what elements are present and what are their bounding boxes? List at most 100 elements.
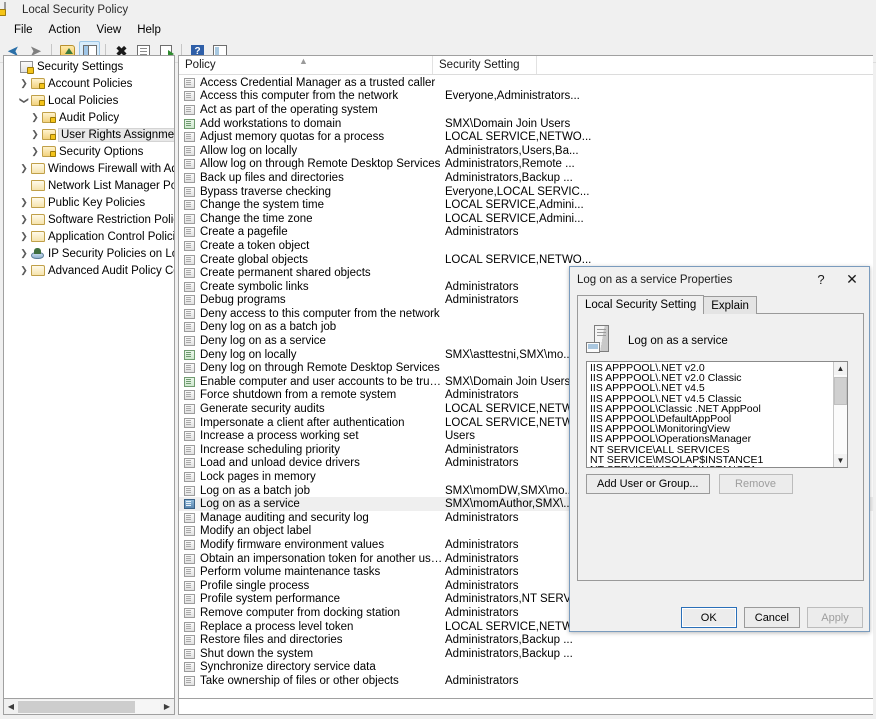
tree-item-local-policies[interactable]: ❯ Local Policies — [4, 92, 174, 109]
chevron-right-icon[interactable]: ❯ — [17, 266, 31, 275]
chevron-right-icon[interactable]: ❯ — [17, 215, 31, 224]
policy-row[interactable]: Change the system time LOCAL SERVICE,Admi… — [179, 198, 873, 212]
policy-name-cell: Debug programs — [200, 294, 286, 307]
policy-row[interactable]: Create global objects LOCAL SERVICE,NETWO… — [179, 253, 873, 267]
locked-folder-icon — [31, 78, 48, 89]
chevron-right-icon[interactable]: ❯ — [17, 79, 31, 88]
listbox-action-buttons: Add User or Group... Remove — [586, 474, 793, 494]
tree-item-audit-policy[interactable]: ❯ Audit Policy — [4, 109, 174, 126]
tree-item-advanced-audit-policy-configuration[interactable]: ❯ Advanced Audit Policy Configuration — [4, 262, 174, 279]
policy-row[interactable]: Create a pagefile Administrators — [179, 226, 873, 240]
tab-local-security-setting[interactable]: Local Security Setting — [577, 295, 705, 314]
chevron-right-icon[interactable]: ❯ — [17, 164, 31, 173]
tree-horizontal-scrollbar[interactable]: ◀ ▶ — [3, 699, 175, 715]
tree-item-label: Windows Firewall with Advanced Secu — [48, 162, 174, 175]
policy-row[interactable]: Adjust memory quotas for a process LOCAL … — [179, 130, 873, 144]
tree-item-user-rights-assignment[interactable]: ❯ User Rights Assignment — [4, 126, 174, 143]
tree-item-application-control-policies[interactable]: ❯ Application Control Policies — [4, 228, 174, 245]
policy-row[interactable]: Act as part of the operating system — [179, 103, 873, 117]
chevron-right-icon[interactable]: ❯ — [28, 113, 42, 122]
policy-row[interactable]: Access this computer from the network Eve… — [179, 90, 873, 104]
tree-item-ip-security-policies-on-local-compute[interactable]: ❯ IP Security Policies on Local Compute — [4, 245, 174, 262]
policy-row[interactable]: Synchronize directory service data — [179, 661, 873, 675]
policy-row[interactable]: Create a token object — [179, 239, 873, 253]
policy-row[interactable]: Restore files and directories Administrat… — [179, 633, 873, 647]
scroll-track[interactable] — [18, 699, 160, 714]
locked-folder-icon — [42, 146, 59, 157]
listbox-scroll-thumb[interactable] — [834, 377, 847, 405]
policy-row[interactable]: Access Credential Manager as a trusted c… — [179, 76, 873, 90]
policy-icon — [179, 240, 200, 251]
chevron-right-icon[interactable]: ❯ — [28, 130, 42, 139]
policy-row[interactable]: Add workstations to domain SMX\Domain Joi… — [179, 117, 873, 131]
account-list-item[interactable]: NT SERVICE\MSSQL$INSTANCE1 — [590, 465, 833, 467]
chevron-right-icon[interactable]: ❯ — [17, 232, 31, 241]
tree-item-software-restriction-policies[interactable]: ❯ Software Restriction Policies — [4, 211, 174, 228]
policy-row[interactable]: Allow log on locally Administrators,Users… — [179, 144, 873, 158]
ip-security-icon — [31, 247, 48, 260]
tree-item-account-policies[interactable]: ❯ Account Policies — [4, 75, 174, 92]
security-setting-cell: Administrators,Backup ... — [445, 171, 573, 184]
ok-button[interactable]: OK — [680, 607, 737, 628]
tree-item-public-key-policies[interactable]: ❯ Public Key Policies — [4, 194, 174, 211]
policy-icon — [179, 308, 200, 319]
scroll-thumb[interactable] — [18, 700, 135, 713]
folder-icon — [31, 163, 48, 174]
scroll-right-icon[interactable]: ▶ — [160, 700, 174, 714]
account-list-item[interactable]: IIS APPPOOL\OperationsManager — [590, 434, 833, 445]
policy-icon — [179, 281, 200, 292]
policy-icon — [179, 186, 200, 197]
tree-item-windows-firewall-with-advanced-secu[interactable]: ❯ Windows Firewall with Advanced Secu — [4, 160, 174, 177]
listbox-scroll-down-icon[interactable]: ▼ — [834, 454, 847, 467]
chevron-right-icon[interactable]: ❯ — [17, 249, 31, 258]
policy-row[interactable]: Back up files and directories Administrat… — [179, 171, 873, 185]
listbox-scroll-up-icon[interactable]: ▲ — [834, 362, 847, 375]
add-user-or-group-button[interactable]: Add User or Group... — [586, 474, 710, 494]
security-setting-cell: Administrators — [445, 457, 519, 470]
policy-row[interactable]: Take ownership of files or other objects… — [179, 674, 873, 688]
tab-explain[interactable]: Explain — [703, 296, 757, 314]
policy-icon — [179, 675, 200, 686]
menu-help[interactable]: Help — [129, 22, 169, 38]
menu-action[interactable]: Action — [41, 22, 89, 38]
tree-item-security-settings[interactable]: ❯Security Settings — [4, 58, 174, 75]
security-settings-icon — [20, 60, 37, 74]
chevron-right-icon[interactable]: ❯ — [28, 147, 42, 156]
listbox-vertical-scrollbar[interactable]: ▲ ▼ — [833, 362, 847, 467]
policy-icon — [179, 526, 200, 537]
column-header-security-setting[interactable]: Security Setting — [433, 56, 537, 74]
column-header-policy[interactable]: Policy ▲ — [179, 56, 433, 74]
policy-icon — [179, 539, 200, 550]
policy-name-cell: Log on as a service — [200, 498, 300, 511]
dialog-help-button[interactable]: ? — [807, 269, 835, 291]
tree-item-label: Network List Manager Policies — [48, 179, 174, 192]
security-setting-cell: Administrators — [445, 511, 519, 524]
menu-file[interactable]: File — [6, 22, 41, 38]
listbox-scroll-track[interactable] — [834, 375, 847, 454]
tree-item-security-options[interactable]: ❯ Security Options — [4, 143, 174, 160]
dialog-close-button[interactable]: ✕ — [835, 269, 869, 291]
chevron-right-icon[interactable]: ❯ — [17, 198, 31, 207]
security-setting-cell: SMX\Domain Join Users,... — [445, 375, 584, 388]
window-title: Local Security Policy — [22, 3, 129, 16]
chevron-down-icon[interactable]: ❯ — [20, 94, 30, 108]
menu-view[interactable]: View — [89, 22, 130, 38]
policy-row[interactable]: Bypass traverse checking Everyone,LOCAL S… — [179, 185, 873, 199]
security-setting-cell: Administrators — [445, 674, 519, 687]
policy-icon — [179, 472, 200, 483]
policy-row[interactable]: Change the time zone LOCAL SERVICE,Admini… — [179, 212, 873, 226]
policy-name-cell: Restore files and directories — [200, 634, 343, 647]
policy-row[interactable]: Allow log on through Remote Desktop Serv… — [179, 158, 873, 172]
policy-icon — [179, 594, 200, 605]
scroll-left-icon[interactable]: ◀ — [4, 700, 18, 714]
assigned-accounts-listbox[interactable]: IIS APPPOOL\.NET v2.0 IIS APPPOOL\.NET v2… — [586, 361, 848, 468]
policy-name-cell: Profile single process — [200, 579, 310, 592]
cancel-button[interactable]: Cancel — [743, 607, 800, 628]
tree-item-network-list-manager-policies[interactable]: ❯Network List Manager Policies — [4, 177, 174, 194]
policy-name-cell: Change the time zone — [200, 212, 313, 225]
policy-name-cell: Modify an object label — [200, 525, 312, 538]
apply-button: Apply — [807, 607, 863, 628]
tree-item-label: Public Key Policies — [48, 196, 146, 209]
policy-row[interactable]: Shut down the system Administrators,Backu… — [179, 647, 873, 661]
dialog-tab-panel: Log on as a service IIS APPPOOL\.NET v2.… — [577, 313, 864, 581]
